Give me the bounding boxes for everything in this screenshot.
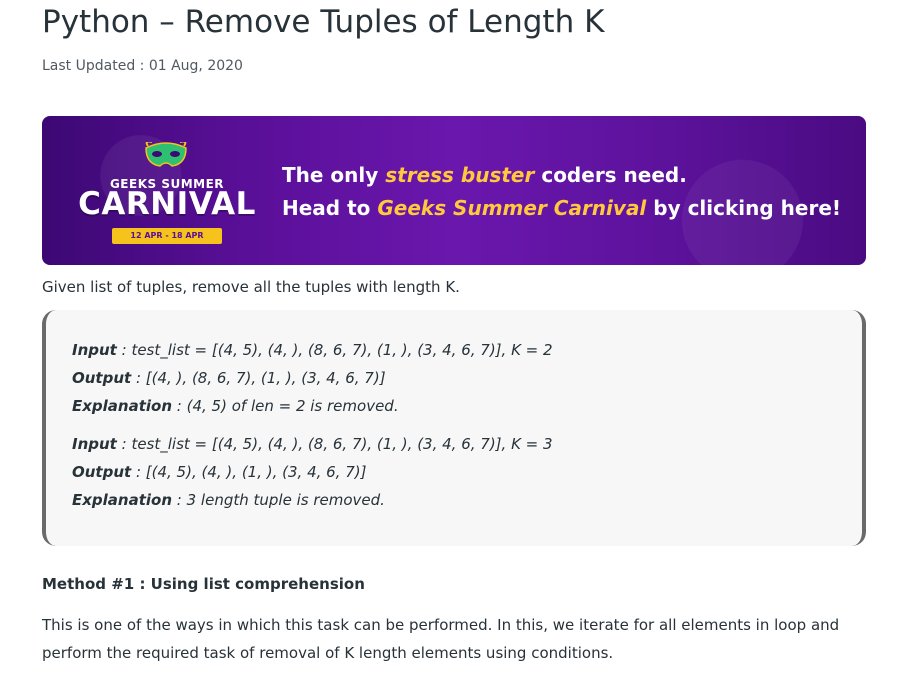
output-label: Output [72, 369, 132, 387]
example-1-explanation: Explanation : (4, 5) of len = 2 is remov… [72, 392, 862, 420]
logo-main-text: CARNIVAL [78, 186, 256, 222]
example-2-output: Output : [(4, 5), (4, ), (1, ), (3, 4, 6… [72, 458, 862, 486]
explanation-label: Explanation [72, 397, 173, 415]
mask-icon [145, 142, 187, 167]
explanation-value: : 3 length tuple is removed. [172, 491, 385, 509]
intro-text: Given list of tuples, remove all the tup… [42, 278, 460, 296]
tagline-2-highlight: Geeks Summer Carnival [377, 196, 647, 220]
method-heading: Method #1 : Using list comprehension [42, 575, 365, 593]
input-value: : test_list = [(4, 5), (4, ), (8, 6, 7),… [116, 341, 553, 359]
banner-tagline: The only stress buster coders need. Head… [282, 159, 841, 225]
article-title: Python – Remove Tuples of Length K [42, 4, 605, 40]
tagline-line-1: The only stress buster coders need. [282, 159, 841, 192]
tagline-1-pre: The only [282, 163, 386, 187]
explanation-value: : (4, 5) of len = 2 is removed. [172, 397, 399, 415]
example-1-output: Output : [(4, ), (8, 6, 7), (1, ), (3, 4… [72, 364, 862, 392]
input-value: : test_list = [(4, 5), (4, ), (8, 6, 7),… [116, 435, 553, 453]
tagline-2-pre: Head to [282, 196, 378, 220]
output-value: : [(4, 5), (4, ), (1, ), (3, 4, 6, 7)] [131, 463, 367, 481]
output-label: Output [72, 463, 132, 481]
tagline-1-highlight: stress buster [385, 163, 535, 187]
output-value: : [(4, ), (8, 6, 7), (1, ), (3, 4, 6, 7)… [131, 369, 386, 387]
input-label: Input [72, 341, 117, 359]
logo-dates-ribbon: 12 APR - 18 APR [112, 228, 222, 244]
tagline-line-2: Head to Geeks Summer Carnival by clickin… [282, 192, 841, 225]
carnival-banner[interactable]: GEEKS SUMMER CARNIVAL 12 APR - 18 APR Th… [42, 116, 866, 265]
last-updated: Last Updated : 01 Aug, 2020 [42, 58, 243, 74]
example-1-input: Input : test_list = [(4, 5), (4, ), (8, … [72, 336, 862, 364]
example-gap [72, 420, 862, 430]
article-page: Python – Remove Tuples of Length K Last … [0, 0, 917, 695]
tagline-2-post: by clicking here! [646, 196, 842, 220]
example-2-input: Input : test_list = [(4, 5), (4, ), (8, … [72, 430, 862, 458]
example-2-explanation: Explanation : 3 length tuple is removed. [72, 486, 862, 514]
explanation-label: Explanation [72, 491, 173, 509]
method-description: This is one of the ways in which this ta… [42, 616, 840, 662]
carnival-logo: GEEKS SUMMER CARNIVAL 12 APR - 18 APR [72, 134, 262, 254]
example-box: Input : test_list = [(4, 5), (4, ), (8, … [42, 310, 866, 546]
input-label: Input [72, 435, 117, 453]
tagline-1-post: coders need. [534, 163, 687, 187]
